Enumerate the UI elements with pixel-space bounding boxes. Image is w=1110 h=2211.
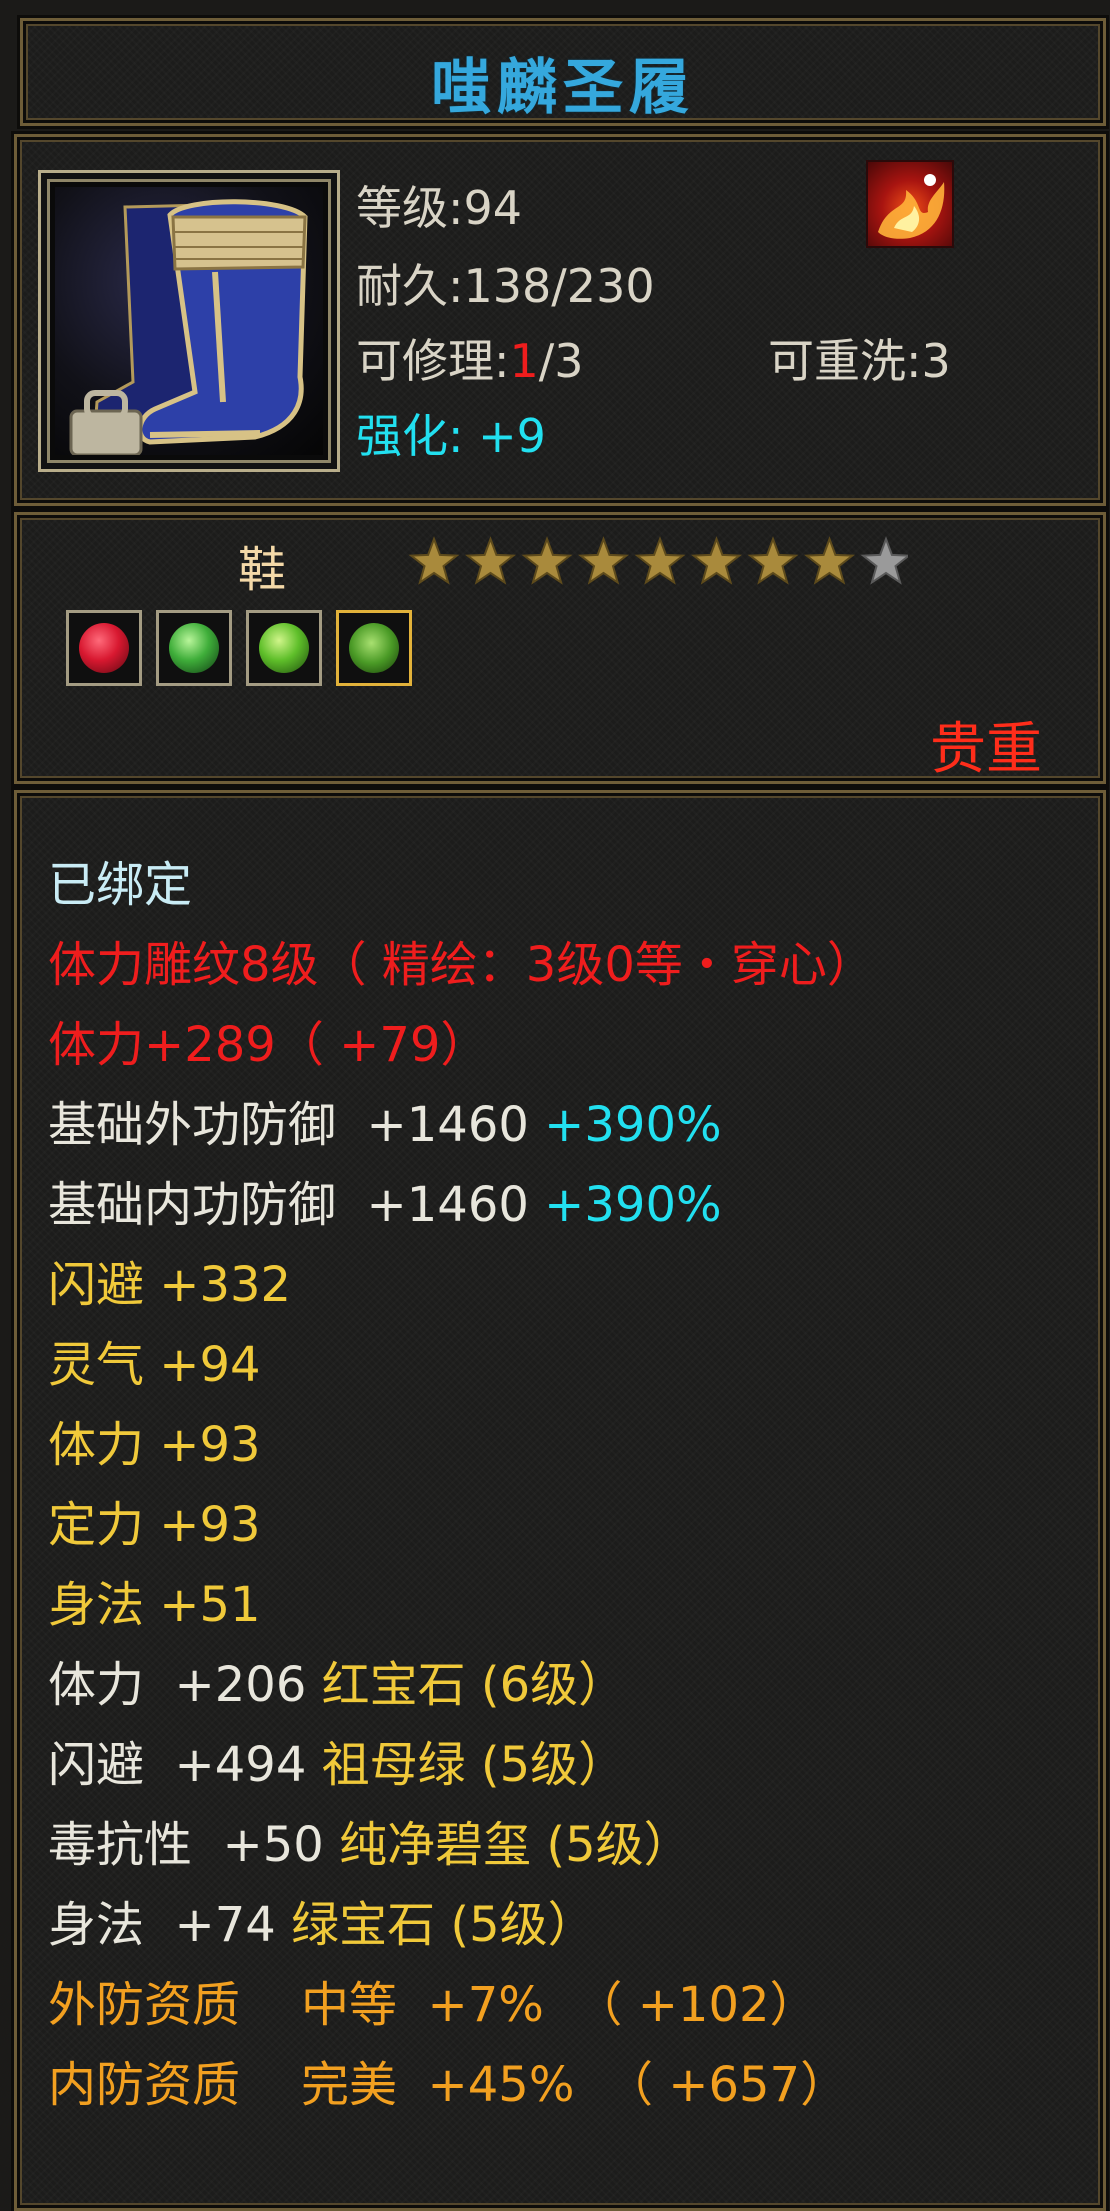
level-row: 等级:94 <box>356 172 522 238</box>
repair-row: 可修理:1/3 <box>356 325 584 391</box>
gem-stat-value: 体力 +206 <box>48 1657 322 1713</box>
blue-boots-icon <box>55 187 323 455</box>
durability-label: 耐久: <box>356 259 464 313</box>
repair-label: 可修理: <box>356 334 510 388</box>
int-def-label: 基础内功防御 +1460 <box>48 1177 545 1233</box>
attr-line: 定力 +93 <box>48 1497 261 1553</box>
rarity-label: 贵重 <box>930 717 1042 782</box>
level-value: 94 <box>463 181 523 235</box>
strength-total-line: 体力+289（ +79） <box>48 1017 489 1073</box>
star-rating <box>408 536 908 585</box>
rewash-label: 可重洗: <box>768 334 922 388</box>
int-quality-text: 内防资质 完美 +45% （ +657） <box>48 2057 849 2113</box>
item-tooltip: 嗤麟圣履 等级:94 耐久:138/230 可修理:1/3 可重洗:3 强化: … <box>0 0 1110 2211</box>
rewash-row: 可重洗:3 <box>768 325 951 391</box>
item-icon-frame[interactable] <box>38 170 340 472</box>
rewash-value: 3 <box>921 334 951 388</box>
star-filled-icon <box>408 536 460 585</box>
green-gem-icon <box>259 623 309 673</box>
item-name: 嗤麟圣履 <box>431 53 695 123</box>
bound-status: 已绑定 <box>48 857 193 913</box>
gem-stat-value: 身法 +74 <box>48 1897 292 1953</box>
gem-name: 红宝石 (6级） <box>321 1657 627 1713</box>
green-gem-icon <box>169 623 219 673</box>
ext-def-label: 基础外功防御 +1460 <box>48 1097 545 1153</box>
attr-line: 灵气 +94 <box>48 1337 261 1393</box>
red-gem-icon <box>79 623 129 673</box>
int-def-line: 基础内功防御 +1460 +390% <box>48 1165 722 1235</box>
slot-type: 鞋 <box>238 542 287 598</box>
gem-stat-line: 身法 +74 绿宝石 (5级） <box>48 1885 596 1955</box>
enhance-value: +9 <box>478 409 546 463</box>
gem-slot-1[interactable] <box>66 610 142 686</box>
gem-slot-3[interactable] <box>246 610 322 686</box>
attr-line: 身法 +51 <box>48 1577 261 1633</box>
gem-name: 纯净碧玺 (5级） <box>339 1817 692 1873</box>
attr-line: 体力 +93 <box>48 1417 261 1473</box>
star-filled-icon <box>747 536 799 585</box>
star-filled-icon <box>803 536 856 585</box>
durability-row: 耐久:138/230 <box>356 250 655 316</box>
enhance-row: 强化: +9 <box>356 400 546 466</box>
gem-name: 祖母绿 (5级） <box>321 1737 627 1793</box>
star-filled-icon <box>577 536 630 585</box>
durability-value: 138/230 <box>463 259 655 313</box>
gem-stat-value: 毒抗性 +50 <box>48 1817 340 1873</box>
level-label: 等级: <box>356 181 464 235</box>
attr-line: 闪避 +332 <box>48 1257 292 1313</box>
title-panel: 嗤麟圣履 <box>20 18 1106 126</box>
gem-stat-line: 闪避 +494 祖母绿 (5级） <box>48 1725 626 1795</box>
gem-stat-line: 体力 +206 红宝石 (6级） <box>48 1645 626 1715</box>
gem-slot-4[interactable] <box>336 610 412 686</box>
ext-quality-line: 外防资质 中等 +7% （ +102） <box>48 1965 818 2035</box>
gem-name: 绿宝石 (5级） <box>291 1897 596 1953</box>
star-filled-icon <box>690 536 743 585</box>
ext-quality-text: 外防资质 中等 +7% （ +102） <box>48 1977 818 2033</box>
ext-def-line: 基础外功防御 +1460 +390% <box>48 1085 722 1155</box>
green-gem-icon <box>349 623 399 673</box>
enhance-label: 强化: <box>356 409 464 463</box>
gem-stat-value: 闪避 +494 <box>48 1737 322 1793</box>
star-filled-icon <box>521 536 573 585</box>
star-filled-icon <box>634 536 686 585</box>
flame-skill-icon[interactable] <box>866 160 954 248</box>
ext-def-bonus: +390% <box>544 1097 722 1153</box>
int-quality-line: 内防资质 完美 +45% （ +657） <box>48 2045 848 2115</box>
int-def-bonus: +390% <box>544 1177 722 1233</box>
engrave-line: 体力雕纹8级（ 精绘：3级0等・穿心） <box>48 937 875 993</box>
gem-slot-2[interactable] <box>156 610 232 686</box>
repair-total: /3 <box>538 334 584 388</box>
repair-used: 1 <box>509 334 539 388</box>
star-empty-icon <box>860 536 908 585</box>
gem-stat-line: 毒抗性 +50 纯净碧玺 (5级） <box>48 1805 692 1875</box>
star-filled-icon <box>464 536 517 585</box>
